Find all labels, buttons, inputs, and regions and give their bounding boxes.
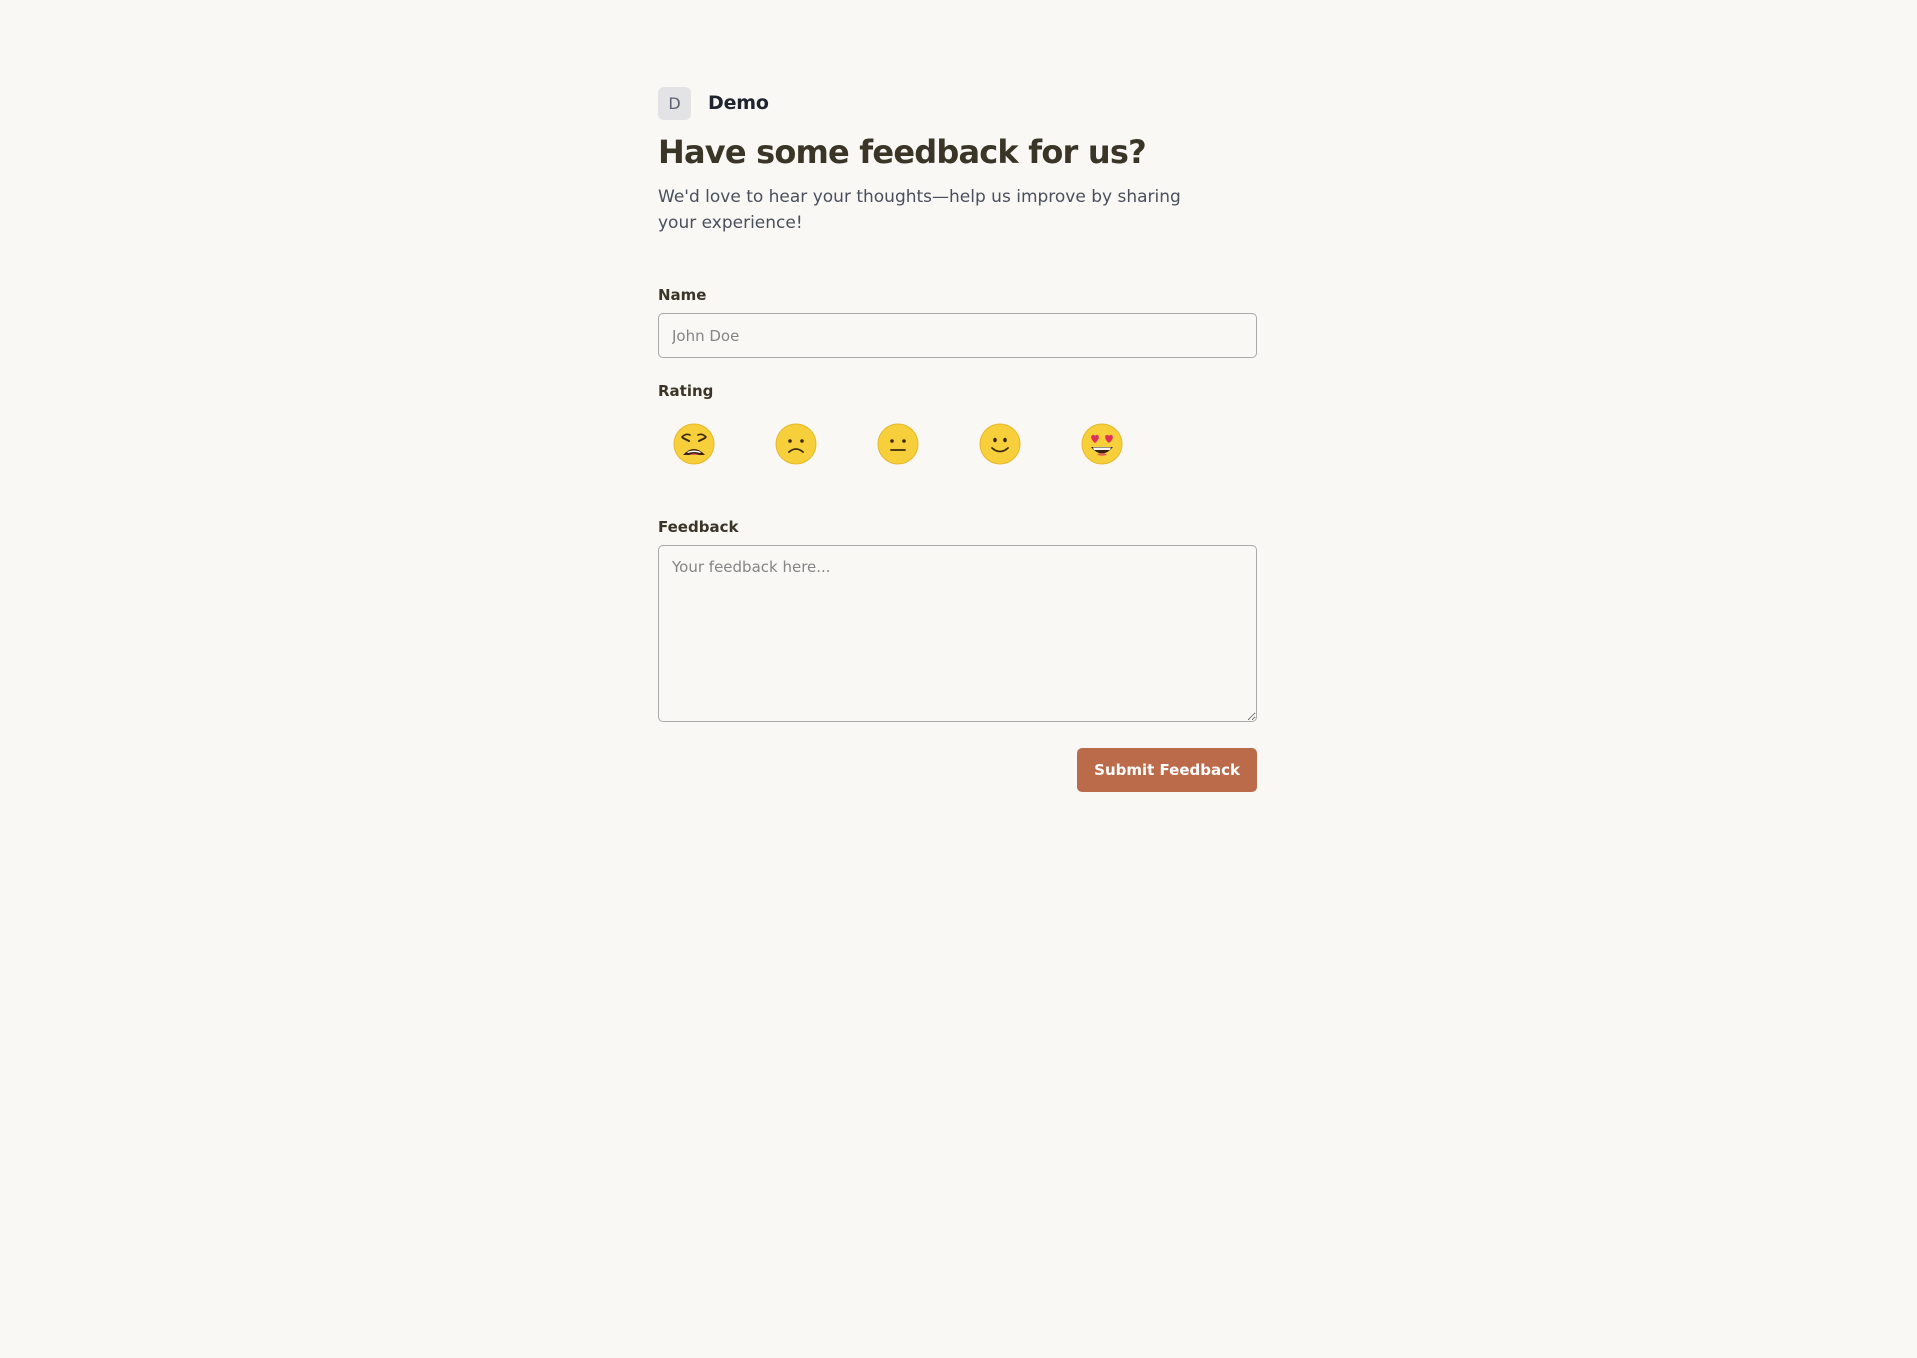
heart-eyes-face-icon — [1081, 423, 1123, 465]
name-input[interactable] — [658, 313, 1257, 358]
form-actions: Submit Feedback — [658, 748, 1257, 792]
feedback-page: D Demo Have some feedback for us? We'd l… — [658, 86, 1257, 792]
brand-name: Demo — [708, 92, 769, 114]
weary-face-icon — [673, 423, 715, 465]
name-label: Name — [658, 286, 707, 304]
feedback-textarea[interactable] — [658, 545, 1257, 722]
submit-feedback-button[interactable]: Submit Feedback — [1077, 748, 1257, 792]
rating-label: Rating — [658, 382, 714, 400]
brand-header: D Demo — [658, 86, 1257, 120]
rating-option-2[interactable] — [774, 422, 818, 466]
neutral-face-icon — [877, 423, 919, 465]
page-title: Have some feedback for us? — [658, 133, 1147, 171]
rating-option-4[interactable] — [978, 422, 1022, 466]
rating-option-5[interactable] — [1080, 422, 1124, 466]
rating-option-3[interactable] — [876, 422, 920, 466]
rating-option-1[interactable] — [672, 422, 716, 466]
feedback-form: Name Rating — [658, 286, 1257, 792]
brand-avatar: D — [658, 86, 691, 120]
page-subtitle: We'd love to hear your thoughts—help us … — [658, 187, 1181, 233]
feedback-label: Feedback — [658, 518, 739, 536]
smiling-face-icon — [979, 423, 1021, 465]
rating-group — [658, 414, 1257, 474]
sad-face-icon — [775, 423, 817, 465]
